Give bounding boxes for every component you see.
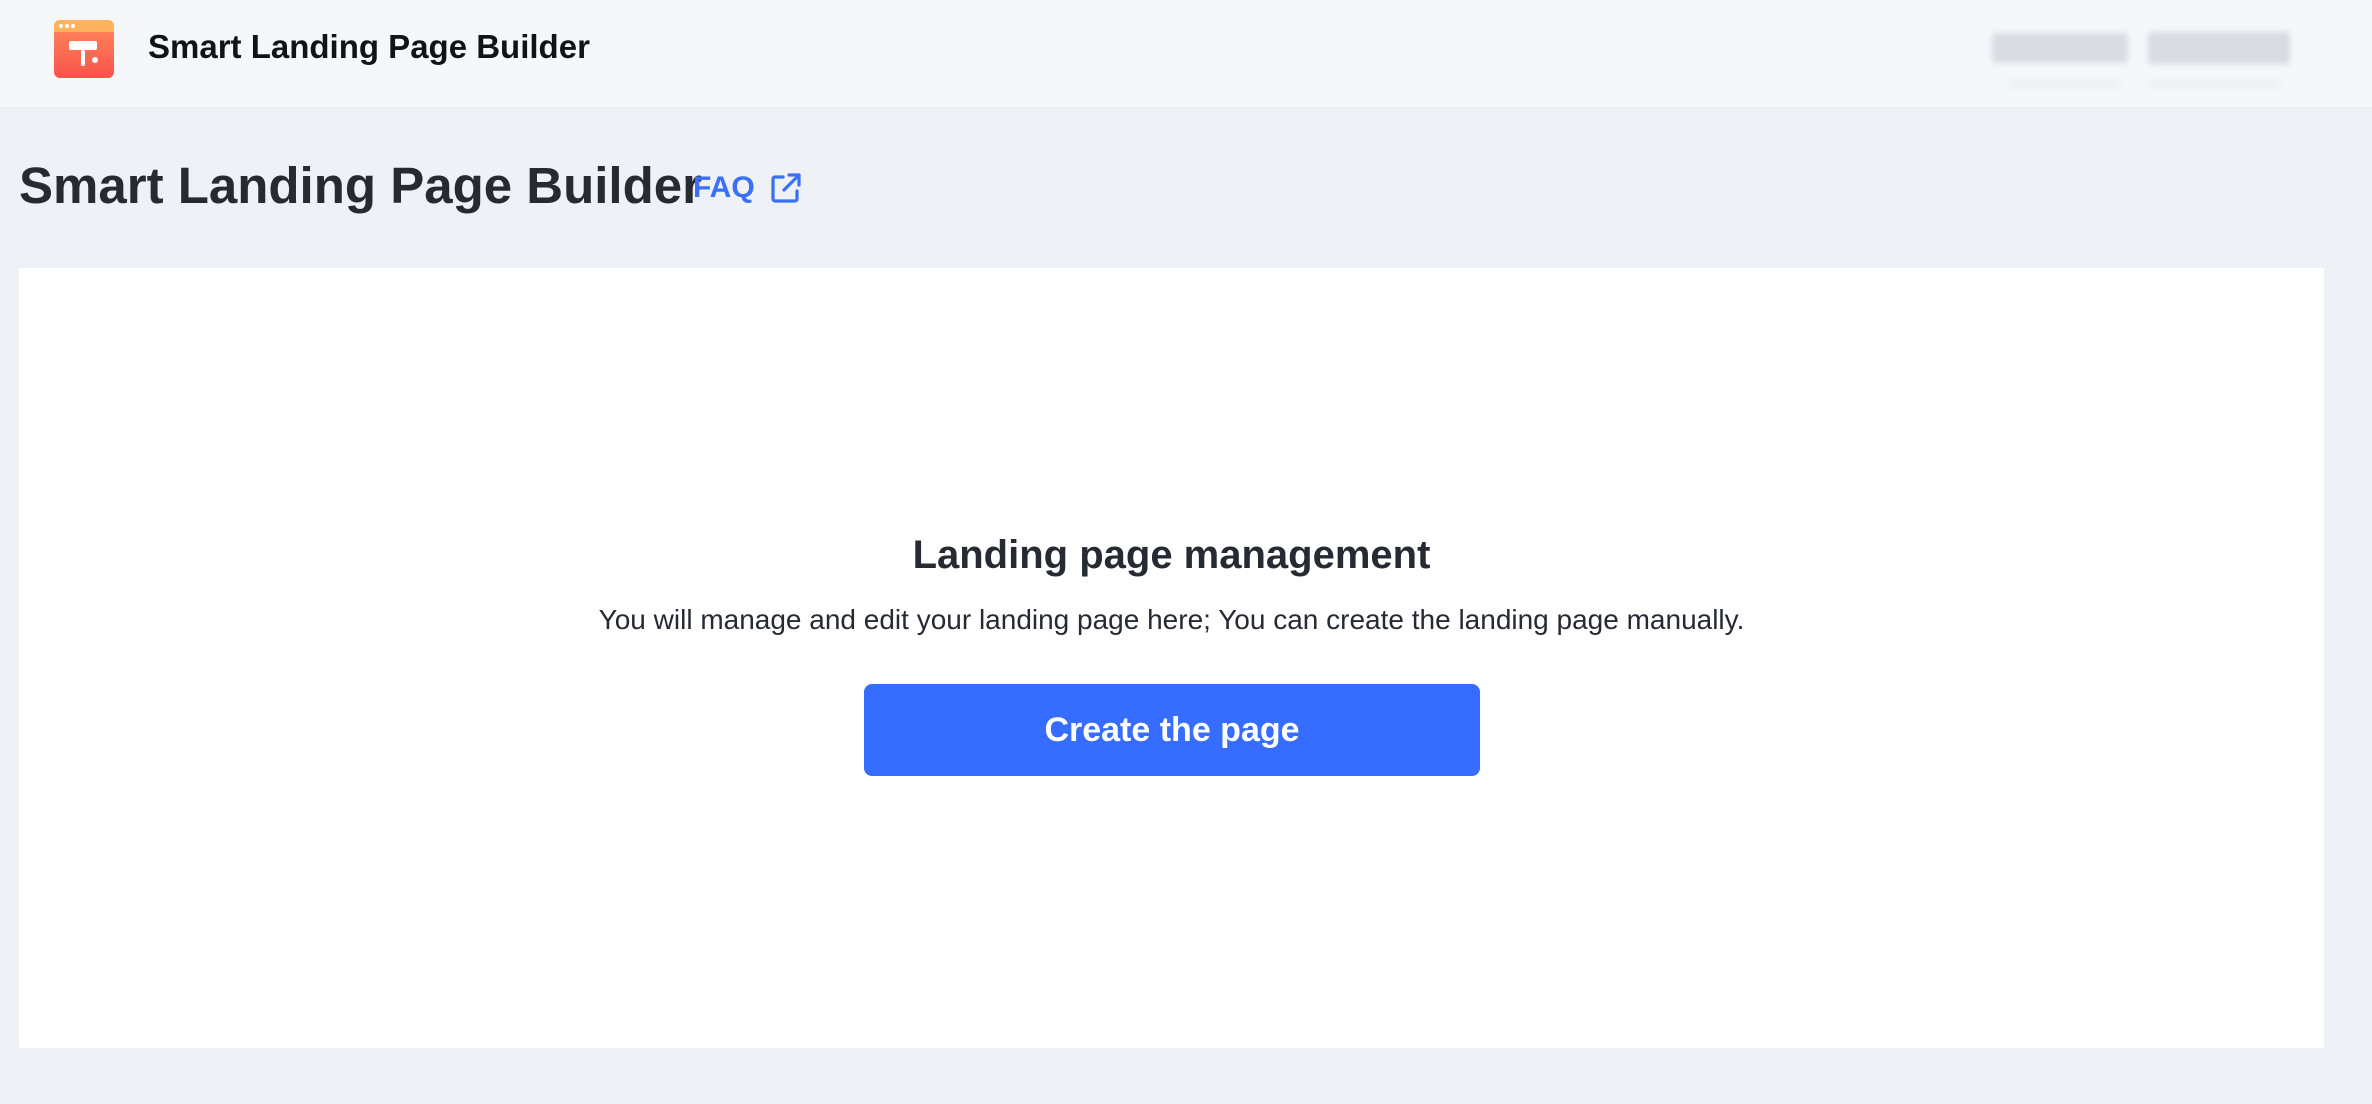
page-title: Smart Landing Page Builder xyxy=(19,157,702,214)
top-navigation-bar: Smart Landing Page Builder xyxy=(0,0,2372,108)
empty-state-title: Landing page management xyxy=(912,533,1431,577)
app-name: Smart Landing Page Builder xyxy=(148,28,590,65)
blurred-account-info xyxy=(1992,33,2128,63)
blurred-account-info xyxy=(2148,32,2290,64)
create-page-button[interactable]: Create the page xyxy=(864,684,1480,776)
blurred-account-info xyxy=(2150,80,2280,88)
app-logo-icon[interactable] xyxy=(54,20,114,78)
faq-link[interactable]: FAQ xyxy=(693,168,803,208)
external-link-icon xyxy=(769,171,803,205)
faq-label: FAQ xyxy=(693,171,755,204)
main-content-card: Landing page management You will manage … xyxy=(19,268,2324,1048)
account-menu[interactable] xyxy=(1990,28,2300,98)
blurred-account-info xyxy=(2010,80,2120,88)
empty-state: Landing page management You will manage … xyxy=(19,268,2324,1048)
empty-state-description: You will manage and edit your landing pa… xyxy=(598,604,1745,635)
